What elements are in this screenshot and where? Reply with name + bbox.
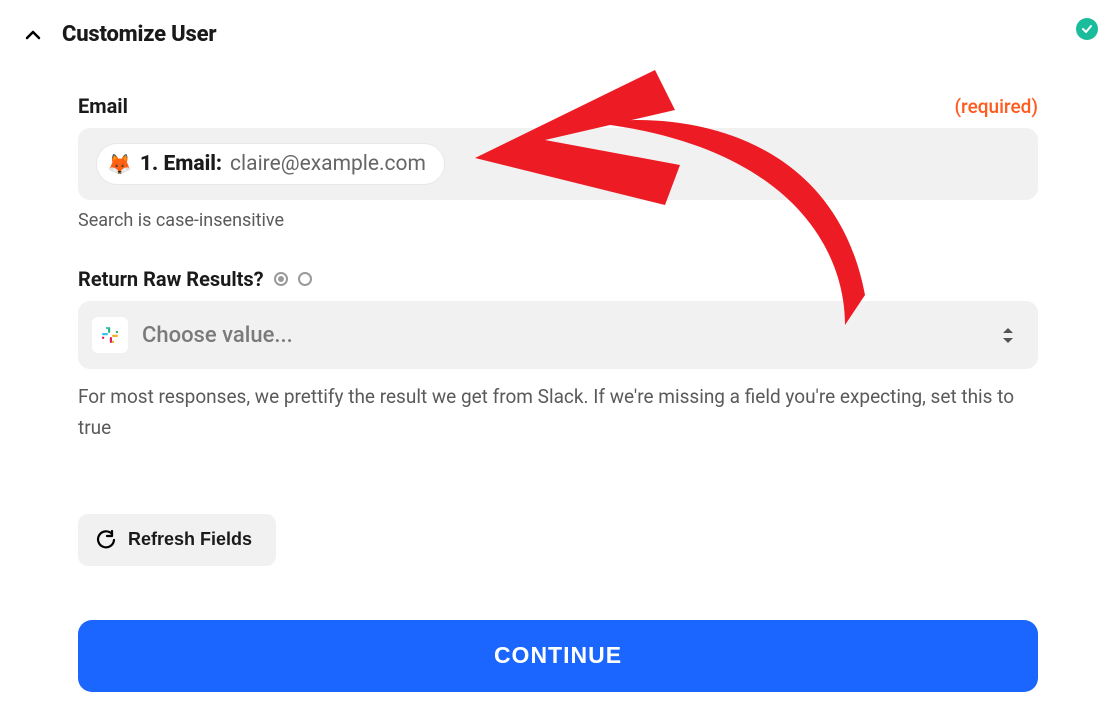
refresh-label: Refresh Fields <box>128 529 252 550</box>
raw-results-description: For most responses, we prettify the resu… <box>78 381 1038 444</box>
email-help-text: Search is case-insensitive <box>78 210 1038 231</box>
status-check-badge <box>1076 18 1098 40</box>
refresh-fields-button[interactable]: Refresh Fields <box>78 514 276 566</box>
check-icon <box>1081 23 1093 35</box>
raw-results-label: Return Raw Results? <box>78 267 264 291</box>
form-app-icon: 🦊 <box>107 154 132 174</box>
collapse-toggle[interactable] <box>18 20 48 50</box>
select-sort-icon <box>1002 327 1014 344</box>
raw-results-row: Return Raw Results? <box>78 267 1038 291</box>
select-placeholder: Choose value... <box>142 323 293 348</box>
raw-results-select[interactable]: Choose value... <box>78 301 1038 369</box>
email-label: Email <box>78 94 128 118</box>
section-title: Customize User <box>62 22 216 47</box>
chip-value: claire@example.com <box>230 152 426 176</box>
radio-option-true[interactable] <box>274 272 288 286</box>
chip-label: 1. Email: <box>140 152 222 176</box>
slack-icon <box>92 317 128 353</box>
chevron-up-icon <box>23 25 43 45</box>
radio-option-false[interactable] <box>298 272 312 286</box>
required-indicator: (required) <box>954 95 1038 118</box>
continue-button[interactable]: CONTINUE <box>78 620 1038 692</box>
email-input[interactable]: 🦊 1. Email: claire@example.com <box>78 128 1038 200</box>
form-content: Email (required) 🦊 1. Email: claire@exam… <box>0 50 1116 712</box>
email-field-header: Email (required) <box>78 94 1038 118</box>
refresh-icon <box>96 530 116 550</box>
section-header: Customize User <box>0 0 1116 50</box>
email-chip[interactable]: 🦊 1. Email: claire@example.com <box>96 143 445 185</box>
